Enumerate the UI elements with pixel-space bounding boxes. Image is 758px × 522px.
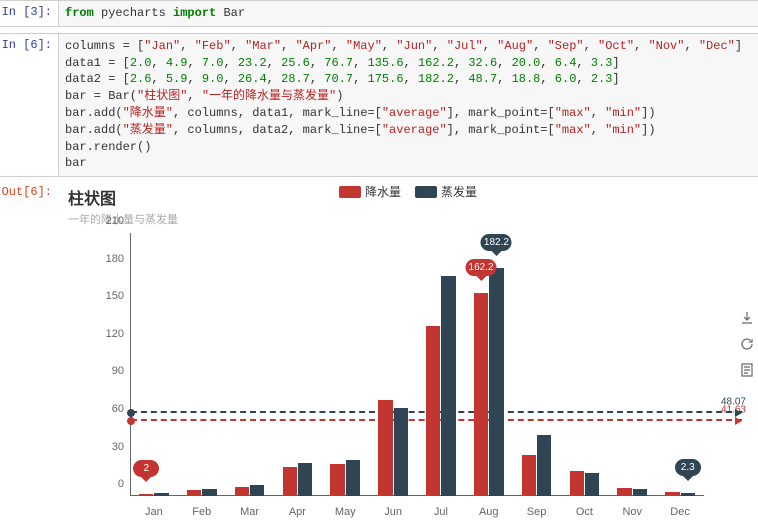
bar-蒸发量-May[interactable] <box>346 460 360 496</box>
avg-start-dot-avg1 <box>127 417 135 425</box>
bar-蒸发量-Aug[interactable] <box>489 268 503 496</box>
x-tick-label: Sep <box>527 506 547 518</box>
code-cell-in6: In [6]: columns = ["Jan", "Feb", "Mar", … <box>0 33 758 177</box>
legend-label-series1: 降水量 <box>365 183 401 200</box>
y-tick-label: 150 <box>62 290 124 302</box>
x-tick-label: Apr <box>289 506 306 518</box>
bar-蒸发量-Oct[interactable] <box>585 473 599 497</box>
x-tick-label: Feb <box>192 506 211 518</box>
bar-降水量-May[interactable] <box>330 464 344 496</box>
legend-item-series1[interactable]: 降水量 <box>339 183 401 200</box>
bar-降水量-Jun[interactable] <box>378 400 392 496</box>
code-source-in3[interactable]: from pyecharts import Bar <box>58 1 758 26</box>
bar-蒸发量-Apr[interactable] <box>298 463 312 496</box>
refresh-icon[interactable] <box>738 335 756 353</box>
bar-降水量-Feb[interactable] <box>187 490 201 496</box>
y-tick-label: 30 <box>62 441 124 453</box>
y-tick-label: 60 <box>62 403 124 415</box>
bar-降水量-Jul[interactable] <box>426 326 440 496</box>
bar-降水量-Mar[interactable] <box>235 487 249 496</box>
legend-swatch-series1 <box>339 186 361 198</box>
bar-蒸发量-Mar[interactable] <box>250 485 264 496</box>
download-icon[interactable] <box>738 309 756 327</box>
bar-降水量-Dec[interactable] <box>665 492 679 496</box>
markpoint-s2max[interactable]: 182.2 <box>481 234 512 251</box>
dataview-icon[interactable] <box>738 361 756 379</box>
legend-label-series2: 蒸发量 <box>441 183 477 200</box>
avg-arrow-avg1 <box>735 417 742 425</box>
x-tick-label: Jan <box>145 506 163 518</box>
chart-toolbox <box>738 309 756 379</box>
plot-area: 41.6348.07 <box>130 233 704 496</box>
avg-arrow-avg2 <box>735 409 742 417</box>
output-cell-out6: Out[6]: 降水量 蒸发量 柱状图 一年的降水量与蒸发量 41.6348.0… <box>0 181 758 522</box>
bar-蒸发量-Dec[interactable] <box>681 493 695 496</box>
prompt-in3: In [3]: <box>0 1 58 26</box>
markpoint-s2min[interactable]: 2.3 <box>675 459 701 476</box>
bar-蒸发量-Feb[interactable] <box>202 489 216 496</box>
markpoint-s1min[interactable]: 2 <box>133 460 159 477</box>
avg-start-dot-avg2 <box>127 409 135 417</box>
bar-降水量-Apr[interactable] <box>283 467 297 496</box>
bar-蒸发量-Jul[interactable] <box>441 276 455 496</box>
bar-降水量-Oct[interactable] <box>570 471 584 496</box>
bar-蒸发量-Jun[interactable] <box>394 408 408 497</box>
y-tick-label: 210 <box>62 215 124 227</box>
x-tick-label: Dec <box>670 506 690 518</box>
bar-降水量-Aug[interactable] <box>474 293 488 496</box>
chart-subtitle: 一年的降水量与蒸发量 <box>68 211 750 227</box>
x-tick-label: Nov <box>622 506 642 518</box>
x-tick-label: Jul <box>434 506 448 518</box>
x-tick-label: Aug <box>479 506 499 518</box>
bar-降水量-Jan[interactable] <box>139 494 153 497</box>
y-tick-label: 0 <box>62 478 124 490</box>
code-cell-in3: In [3]: from pyecharts import Bar <box>0 0 758 27</box>
legend-swatch-series2 <box>415 186 437 198</box>
bar-蒸发量-Nov[interactable] <box>633 489 647 497</box>
x-tick-label: May <box>335 506 356 518</box>
x-tick-label: Mar <box>240 506 259 518</box>
markpoint-s1max[interactable]: 162.2 <box>466 259 497 276</box>
y-tick-label: 90 <box>62 365 124 377</box>
x-tick-label: Jun <box>384 506 402 518</box>
code-source-in6[interactable]: columns = ["Jan", "Feb", "Mar", "Apr", "… <box>58 34 758 176</box>
x-tick-label: Oct <box>576 506 593 518</box>
prompt-out6: Out[6]: <box>0 181 58 522</box>
chart-output-area: 降水量 蒸发量 柱状图 一年的降水量与蒸发量 41.6348.07 030609… <box>58 181 758 522</box>
chart-canvas[interactable]: 41.6348.07 0306090120150180210JanFebMarA… <box>62 233 750 518</box>
bar-降水量-Nov[interactable] <box>617 488 631 496</box>
bar-降水量-Sep[interactable] <box>522 455 536 496</box>
y-tick-label: 180 <box>62 253 124 265</box>
bar-蒸发量-Jan[interactable] <box>154 493 168 496</box>
prompt-in6: In [6]: <box>0 34 58 176</box>
legend-item-series2[interactable]: 蒸发量 <box>415 183 477 200</box>
bar-蒸发量-Sep[interactable] <box>537 435 551 496</box>
chart-legend: 降水量 蒸发量 <box>339 183 477 200</box>
avg-label-avg2: 48.07 <box>721 396 746 407</box>
y-tick-label: 120 <box>62 328 124 340</box>
